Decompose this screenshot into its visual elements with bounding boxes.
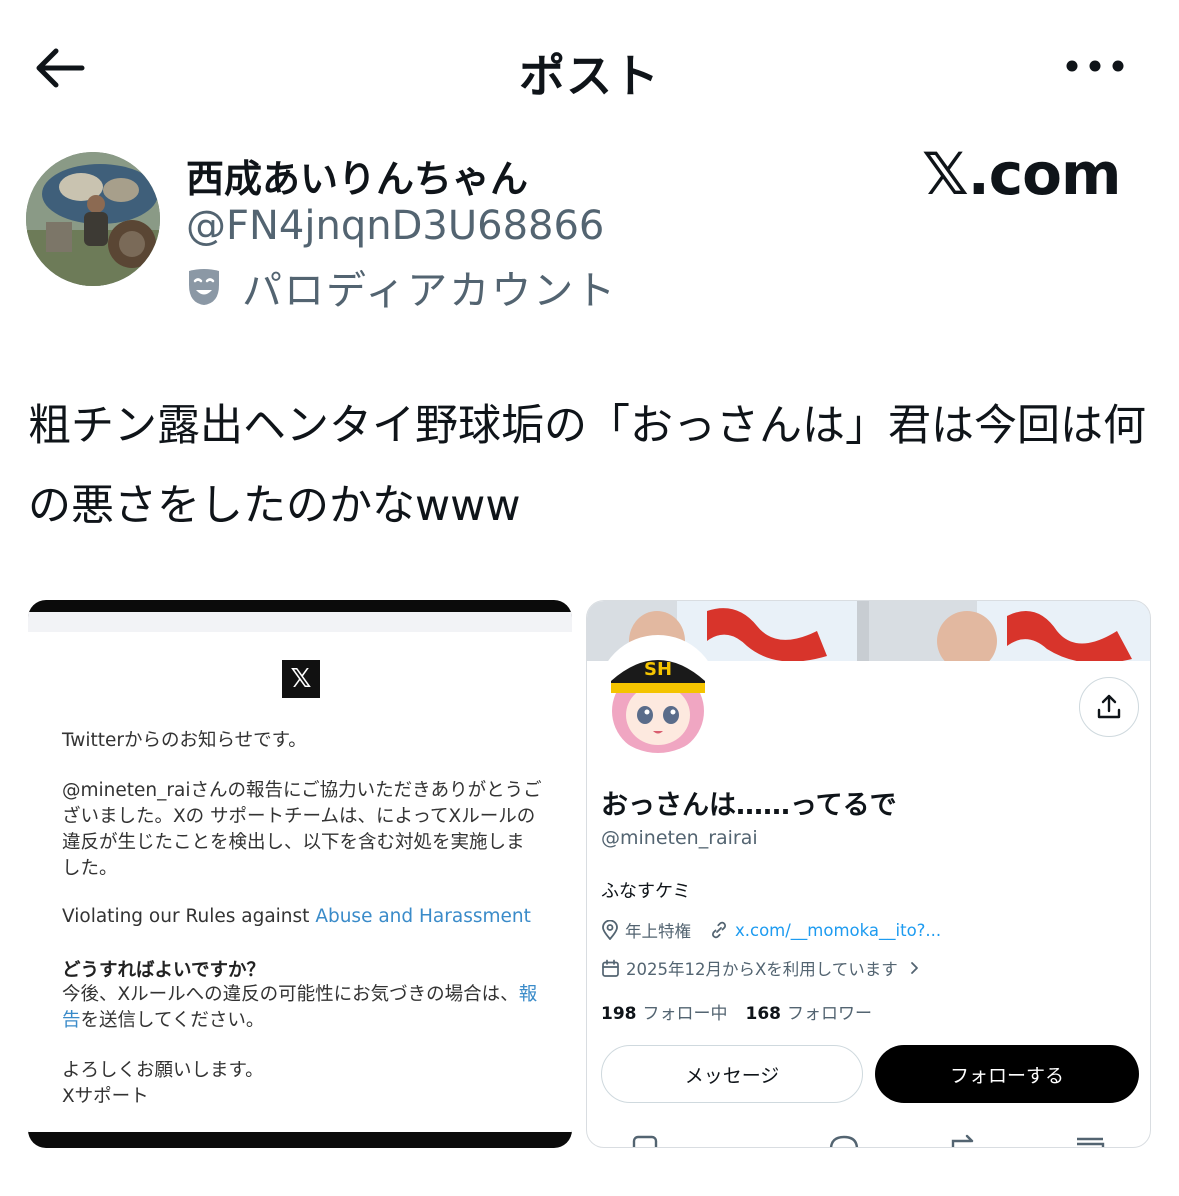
profile-handle: @mineten_rairai	[601, 827, 758, 849]
svg-text:SH: SH	[644, 659, 672, 680]
following-count: 198	[601, 1004, 637, 1024]
notice-closing: よろしくお願いします。	[62, 1060, 264, 1081]
profile-location: 年上特権	[625, 922, 691, 941]
media-image-notice[interactable]: 𝕏 Twitterからのお知らせです。 @mineten_raiさんの報告にご協…	[28, 600, 572, 1148]
profile-name: おっさんは……ってるで	[601, 790, 897, 821]
notice-violation: Violating our Rules against Abuse and Ha…	[62, 904, 542, 930]
share-icon	[1097, 694, 1121, 719]
author-display-name[interactable]: 西成あいりんちゃん	[186, 148, 528, 203]
notice-question: どうすればよいですか？	[62, 960, 265, 981]
media-image-profile[interactable]: SH おっさんは……ってるで @mineten_rairai ふなすケミ 年上特…	[586, 600, 1151, 1148]
page-title: ポスト	[519, 49, 660, 103]
location-pin-icon	[602, 920, 618, 940]
repost-tab-icon	[951, 1134, 974, 1147]
x-logo-icon: 𝕏	[282, 660, 320, 698]
profile-stats: 198 フォロー中 168 フォロワー	[601, 999, 872, 1024]
profile-joined: 2025年12月からXを利用しています	[626, 960, 898, 979]
chevron-right-icon	[910, 962, 918, 974]
posts-tab-icon	[632, 1135, 658, 1147]
profile-joined-row: 2025年12月からXを利用しています	[601, 955, 928, 981]
more-horizontal-icon	[1066, 60, 1124, 72]
advice-suffix: を送信してください。	[80, 1010, 265, 1031]
notice-signature: Xサポート	[62, 1086, 149, 1107]
more-button[interactable]	[1062, 48, 1128, 84]
link-icon	[712, 921, 726, 939]
following-stat: 198 フォロー中	[601, 999, 728, 1024]
profile-avatar: SH	[597, 635, 719, 757]
followers-count: 168	[745, 1004, 782, 1024]
notice-greeting: Twitterからのお知らせです。	[62, 730, 307, 751]
notice-content: 𝕏 Twitterからのお知らせです。 @mineten_raiさんの報告にご協…	[28, 612, 572, 1132]
media-tab-icon	[1077, 1137, 1105, 1147]
parody-account-label: パロディアカウント	[242, 268, 618, 314]
theater-mask-icon	[189, 269, 219, 305]
followers-label: フォロワー	[787, 1004, 872, 1024]
violation-link: Abuse and Harassment	[315, 906, 531, 927]
replies-tab-icon	[829, 1135, 859, 1147]
following-label: フォロー中	[642, 1004, 728, 1024]
message-button: メッセージ	[601, 1045, 863, 1103]
profile-bio: ふなすケミ	[601, 881, 691, 902]
author-avatar[interactable]	[26, 152, 160, 286]
author-handle[interactable]: @FN4jnqnD3U68866	[186, 203, 604, 249]
follow-button: フォローする	[875, 1045, 1139, 1103]
top-bar: ポスト	[0, 0, 1179, 130]
watermark-logo: 𝕏.com	[922, 140, 1121, 208]
notice-top-band	[28, 612, 572, 632]
advice-prefix: 今後、Xルールへの違反の可能性にお気づきの場合は、	[62, 984, 519, 1005]
calendar-icon	[602, 959, 619, 977]
profile-link: x.com/__momoka__ito?...	[735, 920, 942, 940]
tweet-text: 粗チン露出ヘンタイ野球垢の「おっさんは」君は今回は何の悪さをしたのかなwww	[28, 401, 1146, 531]
parody-label-row: パロディアカウント	[186, 262, 617, 314]
followers-stat: 168 フォロワー	[746, 999, 873, 1024]
notice-advice: 今後、Xルールへの違反の可能性にお気づきの場合は、報告を送信してください。	[62, 982, 542, 1034]
notice-body: @mineten_raiさんの報告にご協力いただきありがとうございました。Xの …	[62, 780, 542, 879]
profile-meta-row: 年上特権 x.com/__momoka__ito?...	[601, 917, 941, 943]
profile-share-button[interactable]	[1079, 677, 1139, 737]
violation-prefix: Violating our Rules against	[62, 906, 316, 927]
